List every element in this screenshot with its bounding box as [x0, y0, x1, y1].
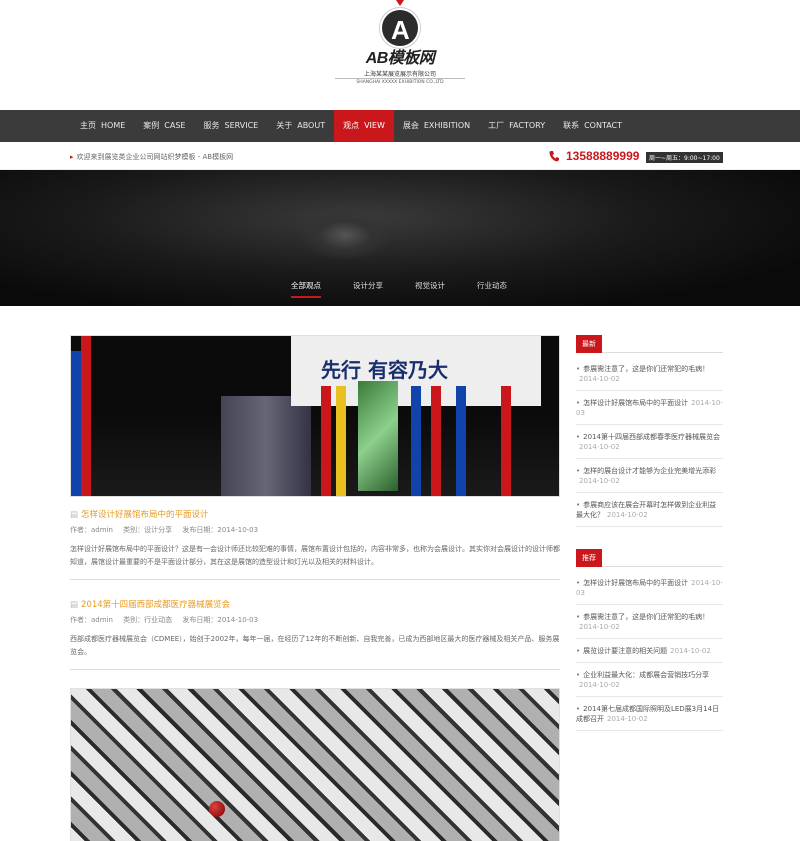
image-shape [358, 381, 398, 491]
nav-item-view[interactable]: 观点 VIEW [334, 110, 394, 142]
post-meta: 作者：admin 类别：设计分享 发布日期：2014-10-03 [70, 525, 560, 535]
divider [70, 579, 560, 580]
list-item[interactable]: • 参展商应该在展会开幕时怎样做到企业利益最大化？ 2014-10-02 [576, 493, 723, 527]
post-title[interactable]: ▤ 怎样设计好展馆布局中的平面设计 [70, 508, 560, 520]
list-item[interactable]: • 怎样设计好展馆布局中的平面设计 2014-10-03 [576, 571, 723, 605]
post-date: 发布日期：2014-10-03 [182, 616, 259, 624]
post-category[interactable]: 类别：设计分享 [123, 526, 172, 534]
image-shape [71, 351, 81, 496]
header: A AB模板网 上海某某展览展示有限公司 SHANGHAI XXXXX EXHI… [0, 0, 800, 110]
logo-letter: A [391, 15, 410, 45]
list-item[interactable]: • 展览设计要注意的相关问题 2014-10-02 [576, 639, 723, 663]
divider [70, 669, 560, 670]
image-shape [336, 386, 346, 496]
tab-visual-design[interactable]: 视觉设计 [415, 280, 445, 298]
logo-notch [396, 0, 404, 6]
list-item[interactable]: • 2014第十四届西部成都春季医疗器械展览会2014-10-02 [576, 425, 723, 459]
list-item[interactable]: • 怎样设计好展馆布局中的平面设计 2014-10-03 [576, 391, 723, 425]
logo-icon[interactable]: A [380, 8, 420, 48]
post-author: 作者：admin [70, 526, 113, 534]
bullet-icon: • [576, 613, 581, 621]
tab-industry-news[interactable]: 行业动态 [477, 280, 507, 298]
phone-icon [549, 151, 559, 162]
bullet-icon: • [576, 579, 581, 587]
company-name-en: SHANGHAI XXXXX EXHIBITION CO.,LTD [335, 78, 465, 85]
image-shape [456, 386, 466, 496]
category-tabs: 全部观点 设计分享 视觉设计 行业动态 [275, 280, 523, 298]
bullet-icon: • [576, 433, 581, 441]
article-icon: ▤ [70, 600, 79, 610]
nav-item-service[interactable]: 服务 SERVICE [194, 110, 267, 142]
post-meta: 作者：admin 类别：行业动态 发布日期：2014-10-03 [70, 615, 560, 625]
latest-list: • 参展需注意了，这是你们还常犯的毛病！2014-10-02 • 怎样设计好展馆布局… [576, 357, 723, 527]
bullet-icon: • [576, 365, 581, 373]
main-nav: 主页 HOME 案例 CASE 服务 SERVICE 关于 ABOUT 观点 VIEW 展… [0, 110, 800, 142]
banner: 全部观点 设计分享 视觉设计 行业动态 [0, 170, 800, 306]
image-shape [431, 386, 441, 496]
post-list: 先行 有容乃大 ▤ 怎样设计好展馆布局中的平面设计 作者：admin 类别：设计分… [70, 335, 560, 841]
nav-item-exhibition[interactable]: 展会 EXHIBITION [394, 110, 479, 142]
article-icon: ▤ [70, 510, 79, 520]
post-date: 发布日期：2014-10-03 [182, 526, 259, 534]
logo-title[interactable]: AB模板网 [355, 44, 445, 68]
bullet-icon: • [576, 501, 581, 509]
recommended-list: • 怎样设计好展馆布局中的平面设计 2014-10-03 • 参展需注意了，这是你们还… [576, 571, 723, 731]
bullet-icon: • [576, 671, 581, 679]
tab-design-share[interactable]: 设计分享 [353, 280, 383, 298]
image-shape [411, 386, 421, 496]
recommended-heading: 推荐 [576, 549, 602, 567]
tab-all-views[interactable]: 全部观点 [291, 280, 321, 298]
post-excerpt: 怎样设计好展馆布局中的平面设计？这是有一会设计师还比较犯难的事情，展馆布置设计包… [70, 545, 560, 566]
list-item[interactable]: • 参展需注意了，这是你们还常犯的毛病！2014-10-02 [576, 357, 723, 391]
list-item[interactable]: • 2014第七届成都国际照明及LED展3月14日成都召开 2014-10-02 [576, 697, 723, 731]
phone-number[interactable]: 13588889999 [566, 149, 639, 163]
nav-item-about[interactable]: 关于 ABOUT [267, 110, 334, 142]
post-author: 作者：admin [70, 616, 113, 624]
business-hours: 周一~周五：9:00~17:00 [646, 152, 723, 163]
list-item[interactable]: • 怎样的展台设计才能够为企业完美增光添彩2014-10-02 [576, 459, 723, 493]
image-shape [81, 336, 91, 496]
banner-image [300, 210, 390, 260]
welcome-bar: ▸ 欢迎来到展览类企业公司网站织梦模板 - AB模板网 13588889999 周… [0, 142, 800, 170]
image-shape [321, 386, 331, 496]
nav-item-contact[interactable]: 联系 CONTACT [554, 110, 631, 142]
maze-image[interactable] [70, 688, 560, 841]
welcome-message: ▸ 欢迎来到展览类企业公司网站织梦模板 - AB模板网 [70, 153, 234, 161]
image-shape [221, 396, 311, 496]
latest-heading: 最新 [576, 335, 602, 353]
image-shape [501, 386, 511, 496]
bullet-icon: • [576, 647, 581, 655]
company-name-cn: 上海某某展览展示有限公司 [363, 71, 436, 78]
bullet-icon: ▸ [70, 153, 74, 161]
post-title[interactable]: ▤ 2014第十四届西部成都医疗器械展览会 [70, 598, 560, 610]
post-excerpt: 西部成都医疗器械展览会（CDMEE），始创于2002年，每年一届，在经历了12年… [70, 635, 560, 656]
pin-icon [209, 801, 225, 817]
sidebar: 最新 • 参展需注意了，这是你们还常犯的毛病！2014-10-02 • 怎样设计好展… [576, 335, 723, 731]
exhibition-booth-image: 先行 有容乃大 [71, 336, 559, 496]
bullet-icon: • [576, 705, 581, 713]
post-image[interactable]: 先行 有容乃大 [70, 335, 560, 497]
nav-item-home[interactable]: 主页 HOME [71, 110, 134, 142]
recommended-block: 推荐 • 怎样设计好展馆布局中的平面设计 2014-10-03 • 参展需注意了，这是… [576, 549, 723, 731]
nav-item-case[interactable]: 案例 CASE [134, 110, 194, 142]
bullet-icon: • [576, 399, 581, 407]
nav-item-factory[interactable]: 工厂 FACTORY [479, 110, 554, 142]
list-item[interactable]: • 企业利益最大化：成都展会营销技巧分享2014-10-02 [576, 663, 723, 697]
bullet-icon: • [576, 467, 581, 475]
post-category[interactable]: 类别：行业动态 [123, 616, 172, 624]
list-item[interactable]: • 参展需注意了，这是你们还常犯的毛病！2014-10-02 [576, 605, 723, 639]
